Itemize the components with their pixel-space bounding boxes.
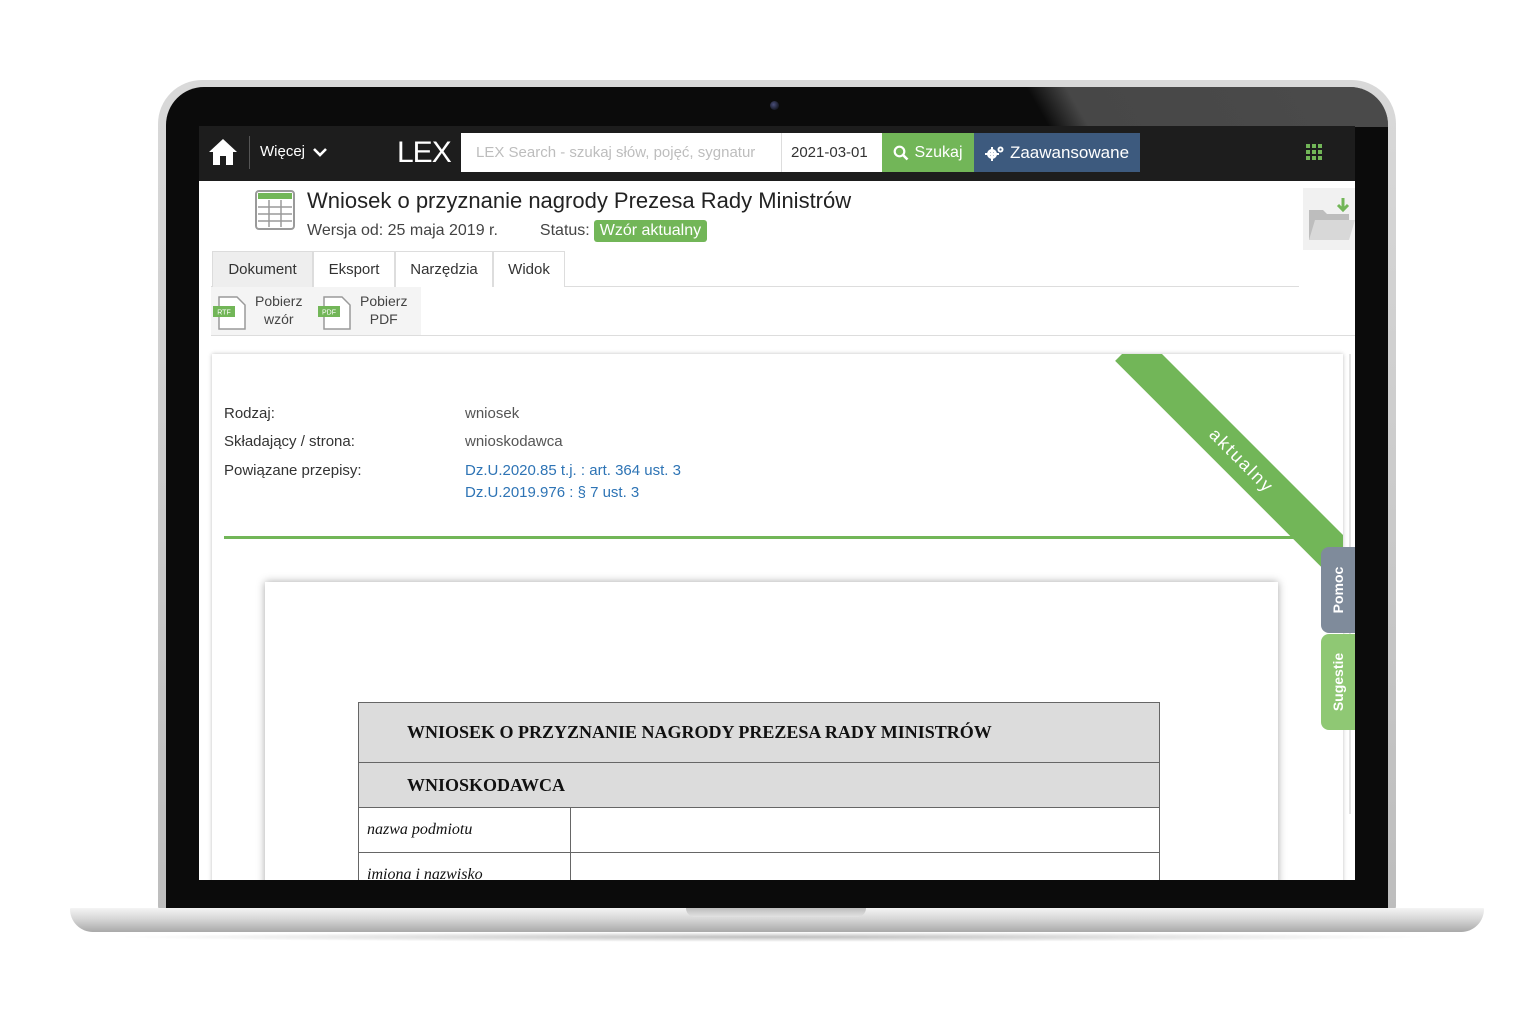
home-icon[interactable]	[207, 136, 239, 168]
suggestions-side-tab-label: Sugestie	[1330, 652, 1346, 712]
regulation-link[interactable]: Dz.U.2019.976 : § 7 ust. 3	[465, 484, 639, 501]
search-button-label: Szukaj	[914, 143, 963, 161]
table-row: WNIOSKODAWCA	[358, 762, 1160, 808]
laptop-notch	[686, 908, 866, 917]
date-input[interactable]	[781, 133, 882, 172]
tab-eksport[interactable]: Eksport	[313, 251, 395, 287]
lex-logo[interactable]: LEX	[397, 136, 452, 170]
advanced-search-button[interactable]: Zaawansowane	[974, 133, 1140, 172]
document-title: Wniosek o przyznanie nagrody Prezesa Rad…	[307, 188, 852, 213]
chevron-down-icon	[313, 147, 327, 157]
meta-label-party: Składający / strona:	[224, 433, 355, 450]
form-table: WNIOSEK O PRZYZNANIE NAGRODY PREZESA RAD…	[358, 702, 1160, 880]
form-title: WNIOSEK O PRZYZNANIE NAGRODY PREZESA RAD…	[358, 702, 1160, 763]
regulation-link[interactable]: Dz.U.2020.85 t.j. : art. 364 ust. 3	[465, 462, 681, 479]
download-template-button[interactable]: RTF Pobierz wzór	[213, 292, 302, 330]
tab-dokument[interactable]: Dokument	[212, 251, 313, 287]
meta-label-regulations: Powiązane przepisy:	[224, 462, 362, 479]
rtf-badge-text: RTF	[217, 310, 230, 317]
folder-download-icon[interactable]	[1303, 188, 1355, 250]
apps-grid-icon[interactable]	[1306, 144, 1322, 160]
version-text: Wersja od: 25 maja 2019 r.	[307, 222, 498, 239]
form-preview: WNIOSEK O PRZYZNANIE NAGRODY PREZESA RAD…	[265, 582, 1278, 880]
download-pdf-line2: PDF	[369, 311, 398, 327]
more-menu[interactable]: Więcej	[260, 143, 327, 160]
download-pdf-button[interactable]: PDF Pobierz PDF	[318, 292, 407, 330]
suggestions-side-tab[interactable]: Sugestie	[1321, 634, 1355, 730]
form-field-label: nazwa podmiotu	[358, 807, 571, 853]
meta-label-type: Rodzaj:	[224, 405, 275, 422]
bezel-shine	[1026, 87, 1388, 127]
search-input[interactable]	[461, 133, 781, 172]
section-divider	[224, 536, 1317, 539]
gears-icon	[984, 146, 1004, 161]
laptop-shadow	[110, 932, 1440, 942]
status-badge: Wzór aktualny	[593, 220, 708, 242]
form-field-value	[570, 807, 1160, 853]
top-bar: Więcej LEX Szukaj Zaawansowane	[199, 126, 1355, 181]
rtf-file-icon: RTF	[213, 296, 246, 330]
form-field-value	[570, 852, 1160, 880]
toolbar-divider	[211, 335, 1355, 336]
help-side-tab[interactable]: Pomoc	[1321, 547, 1355, 633]
table-document-icon	[255, 190, 295, 230]
table-row: nazwa podmiotu	[358, 807, 1160, 853]
search-icon	[894, 145, 909, 160]
status-label: Status:	[539, 222, 590, 239]
table-row: WNIOSEK O PRZYZNANIE NAGRODY PREZESA RAD…	[358, 702, 1160, 763]
download-template-line2: wzór	[263, 311, 294, 327]
download-pdf-label: Pobierz PDF	[360, 292, 407, 328]
more-menu-label: Więcej	[260, 143, 306, 160]
pdf-file-icon: PDF	[318, 296, 351, 330]
download-template-line1: Pobierz	[255, 293, 303, 309]
help-side-tab-label: Pomoc	[1330, 566, 1346, 614]
camera	[770, 101, 779, 110]
pdf-badge-text: PDF	[322, 310, 336, 317]
status-ribbon: aktualny	[1115, 354, 1343, 588]
tab-narzedzia[interactable]: Narzędzia	[395, 251, 493, 287]
document-meta: Wersja od: 25 maja 2019 r. Status: Wzór …	[307, 220, 708, 242]
download-pdf-line1: Pobierz	[360, 293, 408, 309]
download-template-label: Pobierz wzór	[255, 292, 302, 328]
advanced-search-label: Zaawansowane	[1009, 142, 1130, 162]
tab-widok[interactable]: Widok	[493, 251, 565, 287]
document-toolbar: RTF Pobierz wzór PDF Pobierz PDF	[211, 287, 421, 335]
form-field-label: imiona i nazwisko	[358, 852, 571, 880]
table-row: imiona i nazwisko	[358, 852, 1160, 880]
form-section: WNIOSKODAWCA	[358, 762, 1160, 808]
screen: Więcej LEX Szukaj Zaawansowane	[199, 126, 1355, 880]
topbar-divider	[249, 136, 250, 169]
document-content: aktualny Rodzaj: wniosek Składający / st…	[212, 354, 1343, 880]
search-button[interactable]: Szukaj	[882, 133, 974, 172]
meta-value-type: wniosek	[465, 405, 520, 422]
meta-value-party: wnioskodawca	[465, 433, 563, 450]
